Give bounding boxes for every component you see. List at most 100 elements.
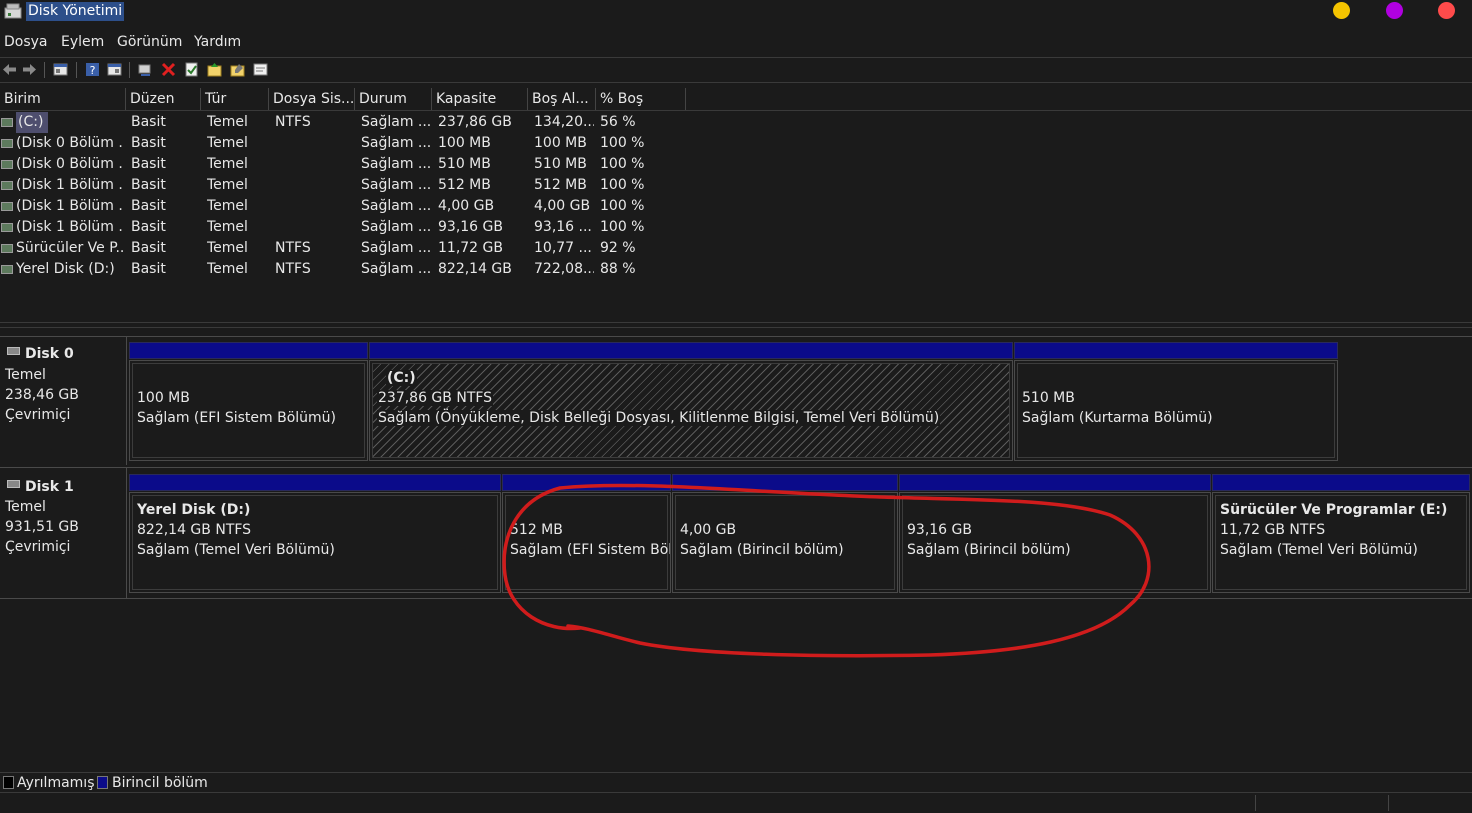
status-separator [1388,795,1389,811]
disk-0-size: 238,46 GB [5,387,79,403]
minimize-dot[interactable] [1333,2,1350,19]
volume-cell: Temel [207,198,248,214]
disk-1-partition-d[interactable]: Yerel Disk (D:) 822,14 GB NTFS Sağlam (T… [129,492,501,593]
disk-1-label[interactable]: Disk 1 Temel 931,51 GB Çevrimiçi [0,468,127,598]
partition-size: 93,16 GB [907,522,972,538]
folder-up-icon[interactable] [206,61,223,78]
check-icon[interactable] [183,61,200,78]
disk-1-partition-efi[interactable]: 512 MB Sağlam (EFI Sistem Bölü [502,492,671,593]
volume-cell [275,217,353,238]
volume-icon [1,139,13,148]
properties-panel-icon[interactable] [52,61,69,78]
column-header-tur[interactable]: Tür [201,88,269,110]
close-dot[interactable] [1438,2,1455,19]
volume-cell: 510 MB [438,156,491,172]
volume-cell: 100 % [600,198,645,214]
connect-icon[interactable] [137,61,154,78]
disk-1-type: Temel [5,499,46,515]
volume-list-row[interactable]: (Disk 0 Bölüm ... Basit Temel Sağlam ... 100… [0,133,700,154]
volume-cell: Temel [207,261,248,277]
menu-eylem[interactable]: Eylem [61,34,104,50]
toolbar-separator [76,62,77,78]
partition-size: 510 MB [1022,390,1075,406]
disk-1-partition-93gb[interactable]: 93,16 GB Sağlam (Birincil bölüm) [899,492,1211,593]
disk-0-partition-efi[interactable]: 100 MB Sağlam (EFI Sistem Bölümü) [129,360,368,461]
volume-list-row[interactable]: (Disk 1 Bölüm ... Basit Temel Sağlam ... 4,0… [0,196,700,217]
volume-cell: NTFS [275,114,311,130]
volume-icon [1,223,13,232]
volume-icon [1,265,13,274]
volume-cell: 10,77 ... [534,240,592,256]
partition-status: Sağlam (Temel Veri Bölümü) [137,542,335,558]
column-header-bos-alan[interactable]: Boş Al... [528,88,596,110]
volume-cell: Temel [207,114,248,130]
volume-cell: Basit [131,135,166,151]
help-icon[interactable]: ? [84,61,101,78]
volume-list-row[interactable]: (Disk 1 Bölüm ... Basit Temel Sağlam ... 512… [0,175,700,196]
column-header-duzen[interactable]: Düzen [126,88,201,110]
partition-status: Sağlam (Önyükleme, Disk Belleği Dosyası,… [377,410,941,426]
column-header-dosya-sistemi[interactable]: Dosya Sis... [269,88,355,110]
menu-dosya[interactable]: Dosya [4,34,48,50]
volume-cell: 722,08... [534,261,594,277]
volume-cell: Sağlam ... [361,177,431,193]
volume-list-row[interactable]: (Disk 1 Bölüm ... Basit Temel Sağlam ... 93,… [0,217,700,238]
volume-cell: (C:) [16,112,48,133]
partition-size: 11,72 GB NTFS [1220,522,1326,538]
disk-1-partition-4gb[interactable]: 4,00 GB Sağlam (Birincil bölüm) [672,492,898,593]
volume-cell: Yerel Disk (D:) [16,261,115,277]
partition-size: 100 MB [137,390,190,406]
volume-cell: Sürücüler Ve P... [16,240,124,256]
column-header-yuzde-bos[interactable]: % Boş [596,88,686,110]
partition-bar [502,474,671,491]
toolbar-separator [129,62,130,78]
volume-cell [275,175,353,196]
menu-yardim[interactable]: Yardım [194,34,241,50]
column-header-birim[interactable]: Birim [0,88,126,110]
status-separator [1255,795,1256,811]
partition-bar [129,342,368,359]
volume-list-row[interactable]: Yerel Disk (D:) Basit Temel NTFS Sağlam ... 8… [0,259,700,280]
volume-cell: 93,16 ... [534,219,592,235]
column-header-durum[interactable]: Durum [355,88,432,110]
volume-cell: Basit [131,240,166,256]
volume-cell: 134,20... [534,114,594,130]
volume-cell: (Disk 1 Bölüm ... [16,219,124,235]
volume-list-row[interactable]: (C:) Basit Temel NTFS Sağlam ... 237,86 GB 134… [0,112,700,133]
legend-swatch-unallocated [3,776,14,789]
disk-0-partition-c[interactable]: (C:) 237,86 GB NTFS Sağlam (Önyükleme, D… [369,360,1013,461]
pane-splitter[interactable] [0,322,1472,328]
volume-list-row[interactable]: (Disk 0 Bölüm ... Basit Temel Sağlam ... 510… [0,154,700,175]
volume-cell: Basit [131,114,166,130]
forward-icon[interactable] [21,61,38,78]
window-icon[interactable] [252,61,269,78]
volume-icon [1,160,13,169]
column-header-kapasite[interactable]: Kapasite [432,88,528,110]
partition-bar [369,342,1013,359]
window-title: Disk Yönetimi [26,2,125,21]
folder-edit-icon[interactable] [229,61,246,78]
disk-1-partition-e[interactable]: Sürücüler Ve Programlar (E:) 11,72 GB NT… [1212,492,1470,593]
volume-cell: Temel [207,177,248,193]
console-icon[interactable] [106,61,123,78]
volume-cell: 4,00 GB [534,198,591,214]
delete-icon[interactable] [160,61,177,78]
status-bar [0,792,1472,813]
partition-status: Sağlam (EFI Sistem Bölü [510,542,671,558]
maximize-dot[interactable] [1386,2,1403,19]
menu-gorunum[interactable]: Görünüm [117,34,182,50]
back-icon[interactable] [1,61,18,78]
volume-list-header: Birim Düzen Tür Dosya Sis... Durum Kapas… [0,88,1472,111]
volume-cell: 100 % [600,156,645,172]
partition-title: Yerel Disk (D:) [137,502,251,518]
disk-0-label[interactable]: Disk 0 Temel 238,46 GB Çevrimiçi [0,337,127,465]
volume-cell: 510 MB [534,156,587,172]
partition-status: Sağlam (Temel Veri Bölümü) [1220,542,1418,558]
disk-0-partition-recovery[interactable]: 510 MB Sağlam (Kurtarma Bölümü) [1014,360,1338,461]
volume-cell: 100 MB [534,135,587,151]
disk-icon [7,480,20,488]
volume-cell: Temel [207,219,248,235]
volume-cell: Sağlam ... [361,219,431,235]
volume-list-row[interactable]: Sürücüler Ve P... Basit Temel NTFS Sağlam ..… [0,238,700,259]
disk-row-border [0,336,1472,337]
